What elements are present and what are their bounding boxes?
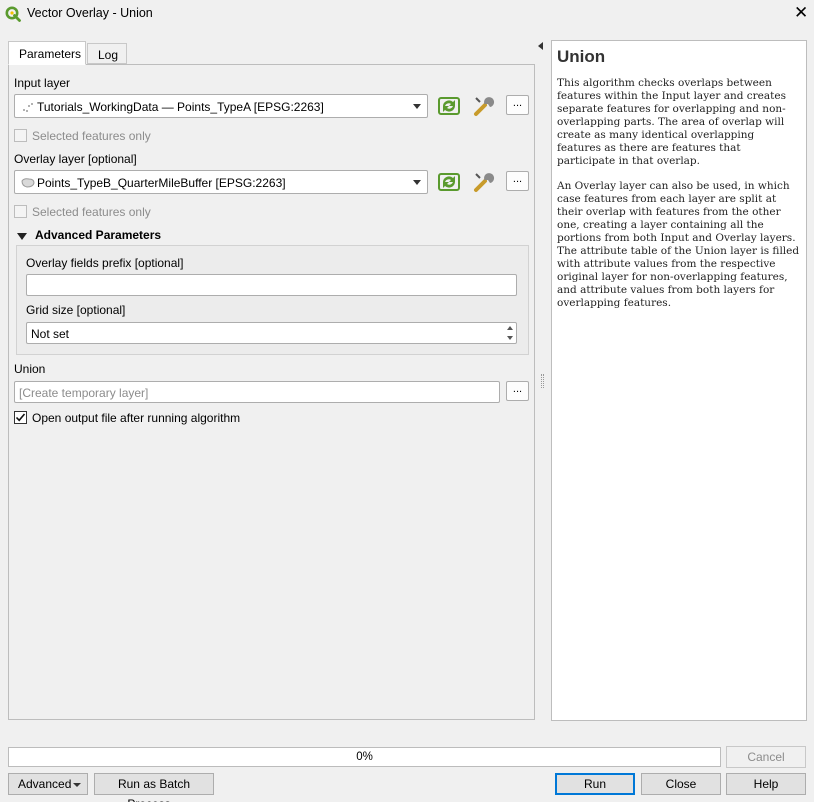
polygon-layer-icon bbox=[21, 178, 35, 188]
overlay-layer-more-button[interactable]: ... bbox=[506, 171, 529, 191]
checkmark-icon bbox=[15, 413, 26, 422]
chevron-down-icon bbox=[73, 783, 81, 787]
input-layer-more-button[interactable]: ... bbox=[506, 95, 529, 115]
grid-size-label: Grid size [optional] bbox=[26, 303, 126, 317]
grid-size-spinbox[interactable]: Not set bbox=[26, 322, 517, 344]
input-layer-combo[interactable]: Tutorials_WorkingData — Points_TypeA [EP… bbox=[14, 94, 428, 118]
run-button[interactable]: Run bbox=[555, 773, 635, 795]
help-title: Union bbox=[557, 47, 606, 66]
advanced-dropdown-button[interactable]: Advanced bbox=[8, 773, 88, 795]
overlay-prefix-input[interactable] bbox=[26, 274, 517, 296]
splitter-handle[interactable] bbox=[541, 374, 544, 388]
progress-bar: 0% bbox=[8, 747, 721, 767]
run-batch-button[interactable]: Run as Batch Process... bbox=[94, 773, 214, 802]
wrench-settings-icon[interactable] bbox=[472, 170, 496, 194]
grid-size-value: Not set bbox=[31, 327, 70, 341]
collapse-triangle-icon[interactable] bbox=[17, 233, 27, 240]
input-selected-only-label: Selected features only bbox=[32, 129, 151, 143]
spin-up-icon[interactable] bbox=[507, 326, 513, 330]
iterate-features-icon[interactable] bbox=[437, 94, 461, 118]
tab-parameters[interactable]: Parameters bbox=[8, 41, 86, 65]
window-title: Vector Overlay - Union bbox=[27, 6, 153, 20]
title-bar: Vector Overlay - Union ✕ bbox=[0, 0, 814, 28]
overlay-prefix-label: Overlay fields prefix [optional] bbox=[26, 256, 184, 270]
spin-down-icon[interactable] bbox=[507, 336, 513, 340]
input-layer-value: Tutorials_WorkingData — Points_TypeA [EP… bbox=[37, 100, 324, 114]
help-panel: Union This algorithm checks overlaps bet… bbox=[551, 40, 807, 721]
input-layer-label: Input layer bbox=[14, 76, 71, 90]
advanced-button-label: Advanced bbox=[18, 777, 72, 791]
output-more-button[interactable]: ... bbox=[506, 381, 529, 401]
open-output-label: Open output file after running algorithm bbox=[32, 411, 241, 425]
union-output-placeholder: [Create temporary layer] bbox=[19, 386, 149, 400]
wrench-settings-icon[interactable] bbox=[472, 94, 496, 118]
overlay-selected-only-label: Selected features only bbox=[32, 205, 151, 219]
open-output-checkbox[interactable] bbox=[14, 411, 27, 424]
advanced-parameters-header[interactable]: Advanced Parameters bbox=[35, 228, 161, 242]
union-output-input[interactable]: [Create temporary layer] bbox=[14, 381, 500, 403]
input-selected-only-checkbox[interactable] bbox=[14, 129, 27, 142]
progress-text: 0% bbox=[356, 751, 373, 763]
chevron-down-icon bbox=[413, 104, 421, 109]
cancel-button[interactable]: Cancel bbox=[726, 746, 806, 768]
chevron-down-icon bbox=[413, 180, 421, 185]
point-layer-icon bbox=[23, 103, 33, 112]
close-icon[interactable]: ✕ bbox=[794, 4, 808, 22]
union-output-label: Union bbox=[14, 362, 46, 376]
help-button[interactable]: Help bbox=[726, 773, 806, 795]
qgis-logo-icon bbox=[5, 6, 21, 22]
tab-log[interactable]: Log bbox=[87, 43, 127, 64]
overlay-selected-only-checkbox[interactable] bbox=[14, 205, 27, 218]
close-button[interactable]: Close bbox=[641, 773, 721, 795]
iterate-features-icon[interactable] bbox=[437, 170, 461, 194]
help-paragraph: This algorithm checks overlaps between f… bbox=[557, 77, 786, 167]
overlay-layer-value: Points_TypeB_QuarterMileBuffer [EPSG:226… bbox=[37, 176, 286, 190]
overlay-layer-combo[interactable]: Points_TypeB_QuarterMileBuffer [EPSG:226… bbox=[14, 170, 428, 194]
overlay-layer-label: Overlay layer [optional] bbox=[14, 152, 137, 166]
help-paragraph: An Overlay layer can also be used, in wh… bbox=[557, 180, 800, 309]
collapse-help-icon[interactable] bbox=[538, 42, 543, 50]
